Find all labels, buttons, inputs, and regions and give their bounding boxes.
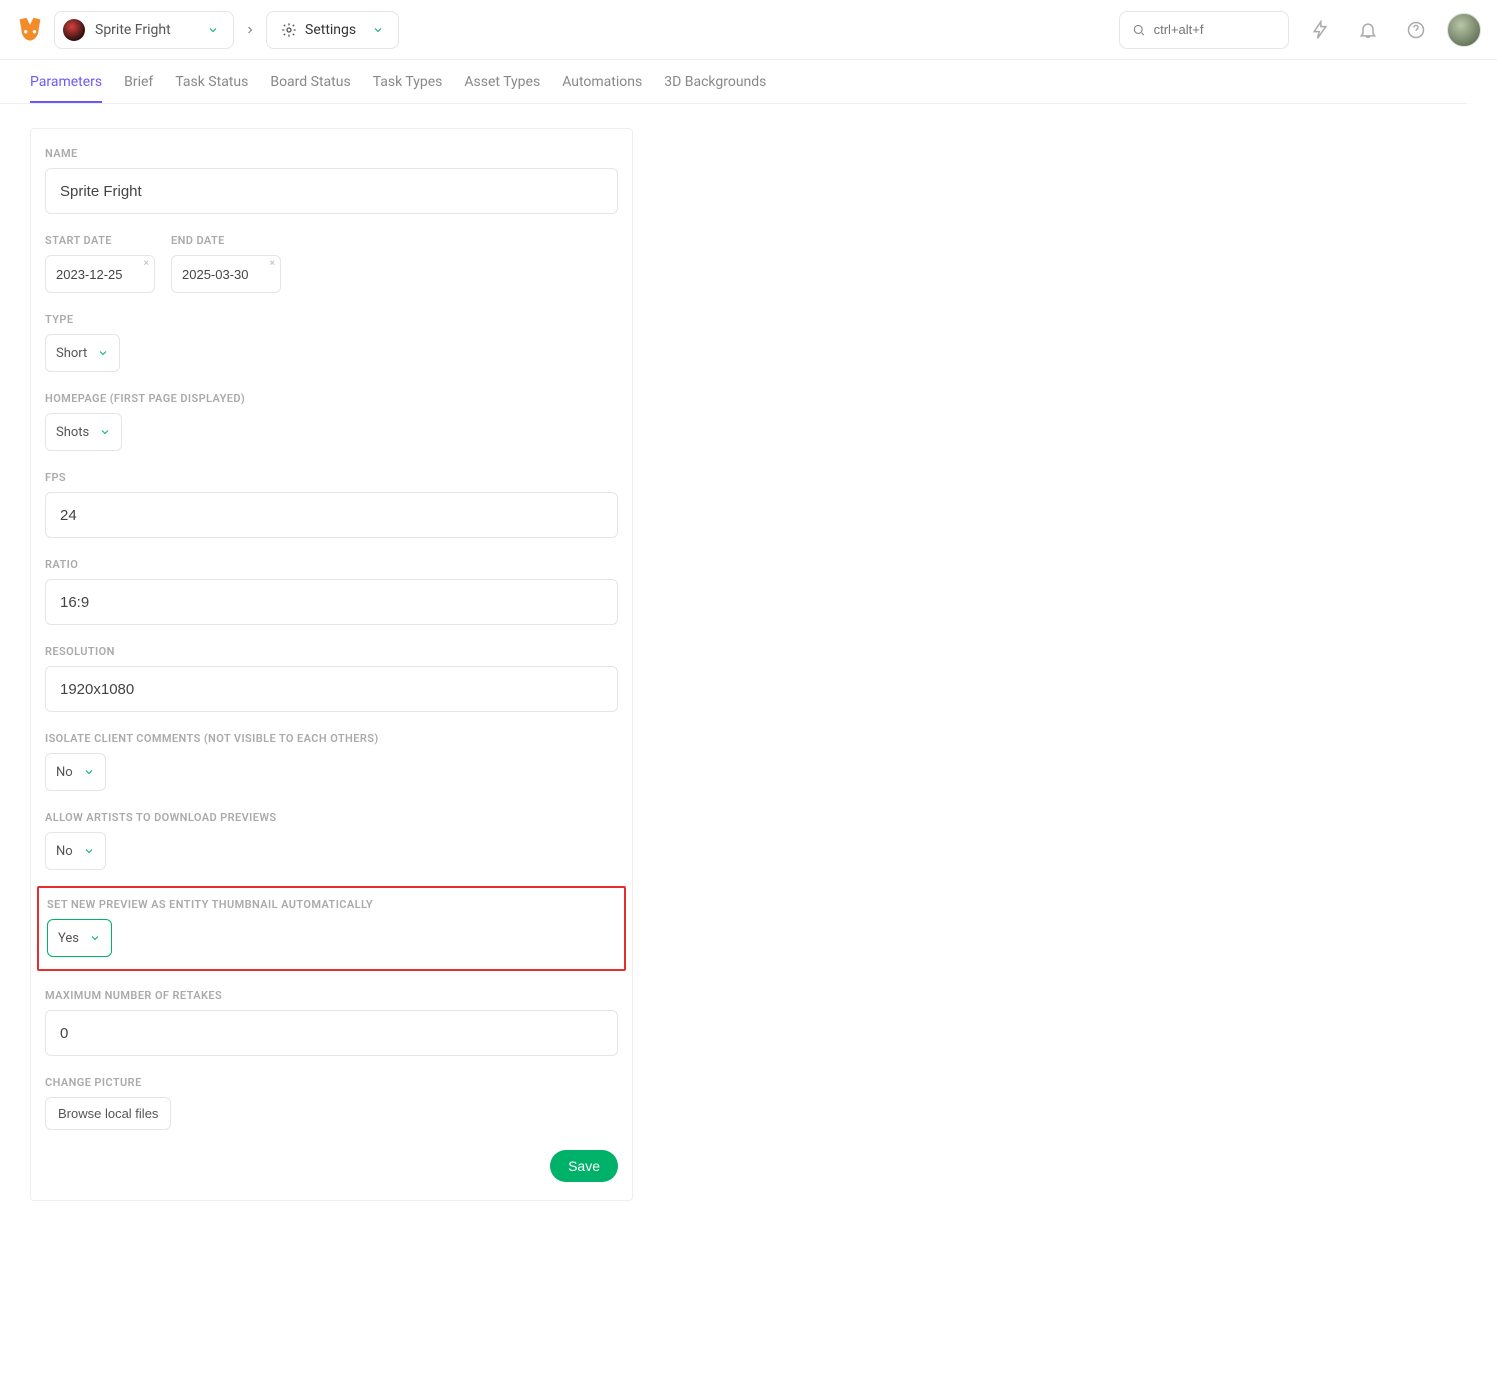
resolution-input[interactable] bbox=[45, 666, 618, 712]
app-logo[interactable] bbox=[16, 16, 44, 44]
news-button[interactable] bbox=[1303, 13, 1337, 47]
global-search[interactable] bbox=[1119, 11, 1289, 49]
settings-tabs: Parameters Brief Task Status Board Statu… bbox=[0, 60, 1467, 104]
start-date-input[interactable] bbox=[45, 255, 155, 293]
section-selector[interactable]: Settings bbox=[266, 11, 399, 49]
homepage-select[interactable]: Shots bbox=[45, 413, 122, 451]
field-ratio: Ratio bbox=[45, 558, 618, 625]
field-end-date: End Date × bbox=[171, 234, 281, 293]
notifications-button[interactable] bbox=[1351, 13, 1385, 47]
homepage-label: Homepage (first page displayed) bbox=[45, 392, 618, 405]
type-value: Short bbox=[56, 346, 87, 361]
isolate-label: Isolate client comments (not visible to … bbox=[45, 732, 618, 745]
fox-icon bbox=[16, 16, 44, 44]
tab-task-types[interactable]: Task Types bbox=[373, 75, 443, 103]
tab-parameters[interactable]: Parameters bbox=[30, 75, 102, 103]
end-date-label: End Date bbox=[171, 234, 281, 247]
chevron-down-icon bbox=[83, 766, 95, 778]
user-avatar[interactable] bbox=[1447, 13, 1481, 47]
isolate-value: No bbox=[56, 765, 73, 780]
parameters-panel: Name Start Date × End Date × Type Short … bbox=[30, 128, 633, 1201]
allow-download-select[interactable]: No bbox=[45, 832, 106, 870]
resolution-label: Resolution bbox=[45, 645, 618, 658]
save-button[interactable]: Save bbox=[550, 1150, 618, 1182]
field-allow-download: Allow artists to download previews No bbox=[45, 811, 618, 870]
field-auto-thumbnail: Set new preview as entity thumbnail auto… bbox=[47, 898, 616, 957]
field-resolution: Resolution bbox=[45, 645, 618, 712]
type-select[interactable]: Short bbox=[45, 334, 120, 372]
max-retakes-label: Maximum number of retakes bbox=[45, 989, 618, 1002]
max-retakes-input[interactable] bbox=[45, 1010, 618, 1056]
help-button[interactable] bbox=[1399, 13, 1433, 47]
chevron-down-icon bbox=[99, 426, 111, 438]
chevron-down-icon bbox=[83, 845, 95, 857]
homepage-value: Shots bbox=[56, 425, 89, 440]
tab-brief[interactable]: Brief bbox=[124, 75, 153, 103]
chevron-right-icon bbox=[244, 24, 256, 36]
field-type: Type Short bbox=[45, 313, 618, 372]
allow-download-label: Allow artists to download previews bbox=[45, 811, 618, 824]
name-input[interactable] bbox=[45, 168, 618, 214]
bell-icon bbox=[1358, 20, 1378, 40]
auto-thumb-select[interactable]: Yes bbox=[47, 919, 112, 957]
chevron-down-icon bbox=[97, 347, 109, 359]
fps-label: FPS bbox=[45, 471, 618, 484]
browse-files-button[interactable]: Browse local files bbox=[45, 1097, 171, 1130]
tab-asset-types[interactable]: Asset Types bbox=[464, 75, 540, 103]
auto-thumb-label: Set new preview as entity thumbnail auto… bbox=[47, 898, 616, 911]
tab-task-status[interactable]: Task Status bbox=[175, 75, 248, 103]
field-name: Name bbox=[45, 147, 618, 214]
tab-board-status[interactable]: Board Status bbox=[270, 75, 350, 103]
clear-start-date[interactable]: × bbox=[144, 258, 149, 269]
tab-automations[interactable]: Automations bbox=[562, 75, 642, 103]
field-fps: FPS bbox=[45, 471, 618, 538]
field-max-retakes: Maximum number of retakes bbox=[45, 989, 618, 1056]
field-homepage: Homepage (first page displayed) Shots bbox=[45, 392, 618, 451]
breadcrumb-separator bbox=[244, 24, 256, 36]
project-name: Sprite Fright bbox=[95, 22, 197, 38]
clear-end-date[interactable]: × bbox=[270, 258, 275, 269]
chevron-down-icon bbox=[89, 932, 101, 944]
search-icon bbox=[1132, 22, 1146, 38]
end-date-input[interactable] bbox=[171, 255, 281, 293]
change-picture-label: Change Picture bbox=[45, 1076, 618, 1089]
project-avatar bbox=[63, 19, 85, 41]
auto-thumb-value: Yes bbox=[58, 931, 79, 946]
highlighted-setting: Set new preview as entity thumbnail auto… bbox=[37, 886, 626, 971]
section-label: Settings bbox=[305, 22, 356, 38]
field-start-date: Start Date × bbox=[45, 234, 155, 293]
ratio-label: Ratio bbox=[45, 558, 618, 571]
isolate-select[interactable]: No bbox=[45, 753, 106, 791]
topbar: Sprite Fright Settings bbox=[0, 0, 1497, 60]
help-icon bbox=[1406, 20, 1426, 40]
gear-icon bbox=[281, 22, 297, 38]
tab-3d-backgrounds[interactable]: 3D Backgrounds bbox=[664, 75, 766, 103]
chevron-down-icon bbox=[207, 24, 219, 36]
bolt-icon bbox=[1310, 20, 1330, 40]
field-isolate-comments: Isolate client comments (not visible to … bbox=[45, 732, 618, 791]
ratio-input[interactable] bbox=[45, 579, 618, 625]
field-change-picture: Change Picture Browse local files bbox=[45, 1076, 618, 1130]
type-label: Type bbox=[45, 313, 618, 326]
search-input[interactable] bbox=[1154, 22, 1276, 37]
start-date-label: Start Date bbox=[45, 234, 155, 247]
chevron-down-icon bbox=[372, 24, 384, 36]
name-label: Name bbox=[45, 147, 618, 160]
fps-input[interactable] bbox=[45, 492, 618, 538]
project-selector[interactable]: Sprite Fright bbox=[54, 11, 234, 49]
allow-download-value: No bbox=[56, 844, 73, 859]
